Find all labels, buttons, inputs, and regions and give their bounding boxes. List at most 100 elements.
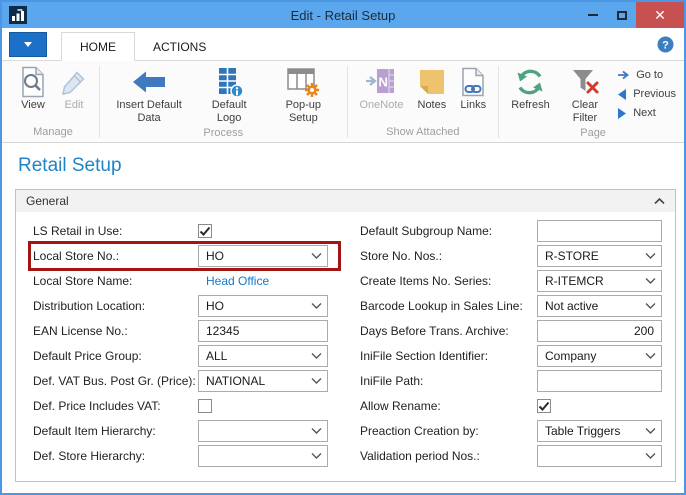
refresh-button[interactable]: Refresh [504, 62, 557, 114]
default-price-group-dropdown[interactable]: ALL [198, 345, 328, 367]
tab-home[interactable]: HOME [61, 32, 135, 61]
def-vat-bus-post-gr-price-dropdown[interactable]: NATIONAL [198, 370, 328, 392]
previous-button[interactable]: Previous [617, 88, 676, 100]
preaction-creation-by-dropdown[interactable]: Table Triggers [537, 420, 662, 442]
field-row-allow-rename: Allow Rename: [360, 395, 662, 417]
chevron-down-icon [645, 428, 656, 434]
goto-button[interactable]: Go to [617, 69, 676, 81]
allow-rename-checkbox[interactable] [537, 399, 551, 413]
field-row-default-item-hierarchy: Default Item Hierarchy: [33, 420, 328, 442]
dynamics-nav-app-icon [9, 6, 27, 24]
ribbon-group-show-attached: N OneNote Notes Links Show Atta [350, 62, 495, 142]
default-logo-button[interactable]: Default Logo [193, 62, 265, 126]
inifile-section-identifier-dropdown[interactable]: Company [537, 345, 662, 367]
field-row-def-vat-bus-post-gr-price: Def. VAT Bus. Post Gr. (Price):NATIONAL [33, 370, 328, 392]
insert-default-data-icon [131, 64, 167, 99]
next-button[interactable]: Next [617, 107, 676, 119]
field-label-days-before-trans-archive: Days Before Trans. Archive: [360, 324, 537, 338]
links-button[interactable]: Links [453, 62, 493, 114]
default-subgroup-name-input[interactable] [537, 220, 662, 242]
field-label-def-store-hierarchy: Def. Store Hierarchy: [33, 449, 198, 463]
field-row-def-store-hierarchy: Def. Store Hierarchy: [33, 445, 328, 467]
svg-text:N: N [379, 74, 388, 89]
field-label-inifile-section-identifier: IniFile Section Identifier: [360, 349, 537, 363]
field-label-def-price-includes-vat: Def. Price Includes VAT: [33, 399, 198, 413]
field-label-distribution-location: Distribution Location: [33, 299, 198, 313]
field-label-preaction-creation-by: Preaction Creation by: [360, 424, 537, 438]
def-store-hierarchy-dropdown[interactable] [198, 445, 328, 467]
fields-column-right: Default Subgroup Name: Store No. Nos.:R-S… [360, 220, 662, 470]
days-before-trans-archive-input[interactable]: 200 [537, 320, 662, 342]
field-row-days-before-trans-archive: Days Before Trans. Archive:200 [360, 320, 662, 342]
svg-text:?: ? [662, 39, 669, 51]
view-button[interactable]: View [12, 62, 54, 114]
field-label-default-subgroup-name: Default Subgroup Name: [360, 224, 537, 238]
chevron-down-icon [311, 353, 322, 359]
onenote-button[interactable]: N OneNote [352, 62, 410, 114]
default-logo-icon [214, 64, 244, 99]
general-fasttab: General LS Retail in Use:Local Store No.… [15, 189, 676, 482]
field-row-validation-period-nos: Validation period Nos.: [360, 445, 662, 467]
chevron-down-icon [645, 353, 656, 359]
edit-retail-setup-window: Edit - Retail Setup ✕ HOME ACTIONS ? Vie… [0, 0, 686, 495]
onenote-icon: N [364, 64, 398, 99]
close-button[interactable]: ✕ [636, 2, 684, 28]
group-label-show-attached: Show Attached [352, 125, 493, 142]
field-label-default-price-group: Default Price Group: [33, 349, 198, 363]
group-label-process: Process [105, 126, 342, 143]
field-row-inifile-path: IniFile Path: [360, 370, 662, 392]
ribbon-separator [498, 66, 499, 138]
clear-filter-icon [570, 64, 600, 99]
ribbon-separator [347, 66, 348, 138]
insert-default-data-button[interactable]: Insert Default Data [105, 62, 193, 126]
ls-retail-in-use-checkbox[interactable] [198, 224, 212, 238]
fields-column-left: LS Retail in Use:Local Store No.:HOLocal… [33, 220, 328, 470]
help-button[interactable]: ? [657, 36, 674, 53]
chevron-down-icon [645, 303, 656, 309]
notes-button[interactable]: Notes [411, 62, 454, 114]
view-icon [19, 64, 47, 99]
maximize-icon [617, 11, 627, 20]
general-section-header[interactable]: General [16, 190, 675, 212]
field-row-barcode-lookup-in-sales-line: Barcode Lookup in Sales Line:Not active [360, 295, 662, 317]
edit-button[interactable]: Edit [54, 62, 94, 114]
chevron-down-icon [24, 42, 32, 47]
ean-license-no-input[interactable]: 12345 [198, 320, 328, 342]
edit-icon [61, 64, 87, 99]
validation-period-nos-dropdown[interactable] [537, 445, 662, 467]
field-row-local-store-no: Local Store No.:HO [33, 245, 328, 267]
collapse-chevron-icon[interactable] [654, 198, 665, 204]
distribution-location-dropdown[interactable]: HO [198, 295, 328, 317]
inifile-path-input[interactable] [537, 370, 662, 392]
chevron-down-icon [645, 253, 656, 259]
clear-filter-button[interactable]: Clear Filter [557, 62, 613, 126]
field-label-inifile-path: IniFile Path: [360, 374, 537, 388]
field-row-local-store-name: Local Store Name:Head Office [33, 270, 328, 292]
refresh-icon [515, 64, 545, 99]
local-store-name-link[interactable]: Head Office [198, 274, 269, 288]
field-label-local-store-name: Local Store Name: [33, 274, 198, 288]
maximize-button[interactable] [607, 2, 636, 28]
def-price-includes-vat-checkbox[interactable] [198, 399, 212, 413]
general-fields: LS Retail in Use:Local Store No.:HOLocal… [16, 212, 675, 470]
next-icon [617, 108, 627, 119]
local-store-no-dropdown[interactable]: HO [198, 245, 328, 267]
application-menu-button[interactable] [9, 32, 47, 57]
create-items-no-series-dropdown[interactable]: R-ITEMCR [537, 270, 662, 292]
default-item-hierarchy-dropdown[interactable] [198, 420, 328, 442]
field-row-inifile-section-identifier: IniFile Section Identifier:Company [360, 345, 662, 367]
chevron-down-icon [311, 303, 322, 309]
field-label-create-items-no-series: Create Items No. Series: [360, 274, 537, 288]
field-label-store-no-nos: Store No. Nos.: [360, 249, 537, 263]
field-row-distribution-location: Distribution Location:HO [33, 295, 328, 317]
minimize-button[interactable] [578, 2, 607, 28]
tab-actions[interactable]: ACTIONS [135, 32, 224, 61]
field-label-ean-license-no: EAN License No.: [33, 324, 198, 338]
ribbon-group-page: Refresh Clear Filter Go to Previous [502, 62, 684, 142]
popup-setup-button[interactable]: Pop-up Setup [265, 62, 341, 126]
field-label-def-vat-bus-post-gr-price: Def. VAT Bus. Post Gr. (Price): [33, 374, 198, 388]
page-nav-stack: Go to Previous Next [613, 62, 682, 119]
field-label-allow-rename: Allow Rename: [360, 399, 537, 413]
barcode-lookup-in-sales-line-dropdown[interactable]: Not active [537, 295, 662, 317]
store-no-nos-dropdown[interactable]: R-STORE [537, 245, 662, 267]
